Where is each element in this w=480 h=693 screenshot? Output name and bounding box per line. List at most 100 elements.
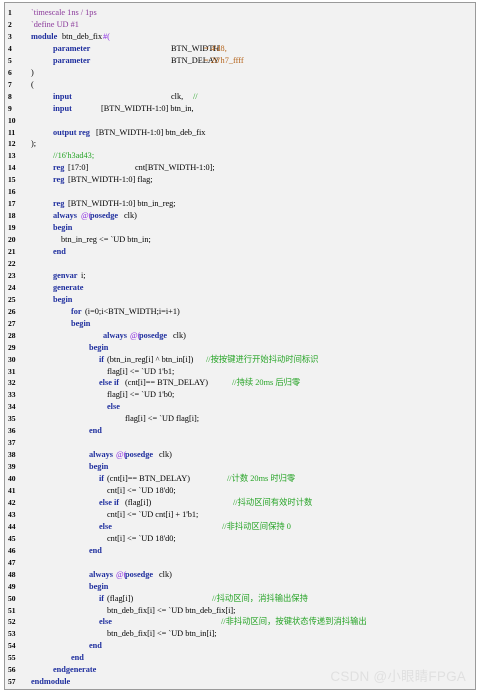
line-number: 36 [8,426,16,436]
line-number: 13 [8,151,16,161]
code-token: cnt[i] <= `UD 18'd0; [107,486,176,495]
code-token: `timescale 1ns / 1ps [31,8,97,17]
code-keyword: reg [53,163,65,173]
code-token: `define UD #1 [31,19,79,29]
line-number: 45 [8,533,16,543]
code-line: 53 btn_deb_fix[i] <= `UD btn_in[i]; [5,628,473,640]
code-line: 17 reg [BTN_WIDTH-1:0] btn_in_reg; [5,198,473,210]
code-token: ) [31,67,34,77]
code-line: 13 //16'h3ad43; [5,150,473,162]
code-token: clk) [124,211,137,221]
line-number: 22 [8,258,16,268]
code-token: (btn_in_reg[i] ^ btn_in[i]) [107,354,194,364]
code-keyword: always [53,211,77,221]
code-keyword: if [99,474,105,484]
code-line: 40 if (cnt[i]== BTN_DELAY) //计数 20ms 时归零 [5,473,473,485]
code-line: 52 else //非抖动区间，按键状态传递到消抖输出 [5,616,473,628]
code-line: 48 always @(posedge clk) [5,569,473,581]
line-number: 1 [8,8,12,17]
code-token: [BTN_WIDTH-1:0] btn_deb_fix [96,127,206,137]
line-number: 7 [8,79,12,89]
line-number: 5 [8,55,12,65]
code-keyword: parameter [53,43,91,53]
code-line: 30 if (btn_in_reg[i] ^ btn_in[i]) //按按键进行开始… [5,354,473,366]
code-line: 51 btn_deb_fix[i] <= `UD btn_deb_fix[i]; [5,605,473,617]
code-token: ); [31,139,37,149]
line-number: 49 [8,581,16,591]
line-number: 18 [8,211,16,221]
code-keyword: posedge [125,569,154,579]
code-keyword: end [71,653,84,663]
code-keyword: endmodule [31,677,71,687]
code-comment: //抖动区间有效时计数 [233,497,313,507]
code-line: 27 begin [5,318,473,330]
code-comment: // [193,91,198,101]
code-line: 6) [5,67,473,79]
code-keyword: end [89,545,102,555]
line-number: 9 [8,103,12,113]
line-number: 20 [8,235,16,245]
code-keyword: output reg [53,127,90,137]
code-line: 39 begin [5,461,473,473]
code-line: 22 [5,258,473,270]
code-line: 2 `define UD #1 [5,19,473,31]
line-number: 10 [8,115,16,125]
code-keyword: reg [53,199,65,209]
code-keyword: endgenerate [53,665,97,675]
code-comment: //抖动区间，消抖输出保持 [212,593,308,603]
code-token: ( [31,79,34,89]
code-keyword: genvar [53,270,78,280]
line-number: 43 [8,509,16,519]
code-line: 10 [5,115,473,127]
line-number: 27 [8,318,16,328]
code-token: flag[i] <= `UD 1'b1; [107,366,175,376]
line-number: 21 [8,247,16,256]
code-token: clk) [159,569,172,579]
code-keyword: begin [89,462,109,472]
code-line: 3 module btn_deb_fix #( [5,31,473,43]
code-keyword: input [53,103,72,113]
code-keyword: begin [89,342,109,352]
code-line: 26 for (i=0;i<BTN_WIDTH;i=i+1) [5,306,473,318]
code-line: 37 [5,437,473,449]
code-listing-panel: 1 `timescale 1ns / 1ps 2 `define UD #1 3 modu… [4,2,476,690]
line-number: 33 [8,390,16,400]
code-token: = 20'h7_ffff [204,55,244,65]
code-token: i; [81,270,86,280]
line-number: 11 [8,127,16,137]
line-number: 34 [8,402,16,412]
line-number: 12 [8,139,16,149]
code-token: [17:0] [68,163,89,173]
code-keyword: end [89,641,102,651]
line-number: 28 [8,330,16,340]
code-line: 33 flag[i] <= `UD 1'b0; [5,389,473,401]
code-line: 12); [5,138,473,150]
code-token: #( [103,31,110,41]
code-token: [BTN_WIDTH-1:0] btn_in, [101,103,194,113]
code-token: clk) [159,450,172,460]
code-line: 8 input clk, // [5,91,473,103]
code-token: cnt[i] <= `UD cnt[i] + 1'b1; [107,509,199,519]
code-line: 47 [5,557,473,569]
code-line: 15 reg [BTN_WIDTH-1:0] flag; [5,174,473,186]
line-number: 57 [8,677,16,687]
code-keyword: else [107,402,120,412]
code-comment: //计数 20ms 时归零 [227,474,296,484]
code-keyword: else [99,617,112,627]
code-token: (flag[i]) [107,593,134,603]
line-number: 53 [8,629,16,639]
code-line: 49 begin [5,581,473,593]
code-comment: //非抖动区间保持 0 [222,521,291,531]
line-number: 39 [8,462,16,472]
code-line: 38 always @(posedge clk) [5,449,473,461]
line-number: 29 [8,342,16,352]
code-line: 25 begin [5,294,473,306]
line-number: 38 [8,450,16,460]
code-comment: //非抖动区间，按键状态传递到消抖输出 [221,617,367,627]
code-keyword: parameter [53,55,91,65]
code-token: clk) [173,330,186,340]
code-line: 16 [5,186,473,198]
code-keyword: generate [53,282,84,292]
code-keyword: for [71,306,82,316]
code-token: (cnt[i]== BTN_DELAY) [107,474,191,484]
